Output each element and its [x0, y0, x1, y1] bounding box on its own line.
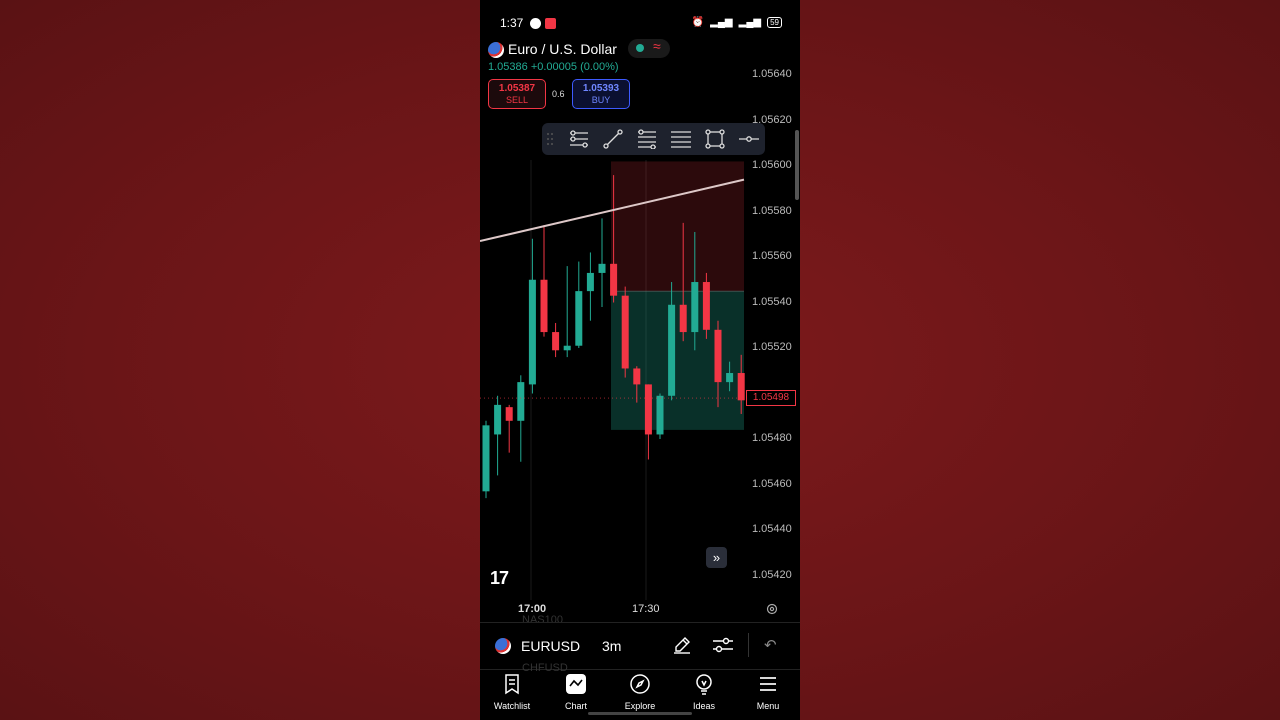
price-tick-label: 1.05640 [752, 68, 792, 80]
eur-usd-flag-icon [495, 638, 511, 654]
price-tick-label: 1.05440 [752, 523, 792, 535]
price-tick-label: 1.05420 [752, 568, 792, 581]
candle-body [494, 404, 502, 435]
indicators-icon[interactable] [712, 635, 734, 655]
nav-label: Explore [624, 701, 656, 711]
drawing-toolbar [542, 123, 765, 155]
menu-icon [760, 677, 776, 691]
candle-body [633, 368, 641, 385]
candle-body [644, 384, 652, 435]
phone-screen: 1:37 ⏰ ▂▄▆ ▂▄▆ 59 Euro / U.S. Dollar ≈ 1… [480, 0, 800, 720]
compass-icon [630, 674, 650, 694]
rectangle-tool-icon[interactable] [705, 129, 725, 149]
candle-body [656, 395, 664, 435]
current-price-label: 1.05498 [746, 390, 796, 406]
candle-body [598, 263, 606, 273]
candle-body [714, 329, 722, 383]
chart-icon [566, 674, 586, 694]
candle-body [575, 291, 583, 346]
trend-line-tool-icon[interactable] [603, 129, 623, 149]
horizontal-ray-tool-icon[interactable] [739, 129, 759, 149]
interval-button[interactable]: 3m [602, 638, 621, 654]
candle-body [702, 282, 710, 330]
tradingview-logo: 17 [490, 568, 509, 588]
symbol-search-button[interactable]: EURUSD [521, 638, 580, 654]
toolbar-divider [748, 633, 749, 657]
watchlist-icon [505, 674, 519, 695]
price-tick-label: 1.05460 [752, 477, 792, 490]
chart-settings-icon[interactable] [766, 603, 778, 615]
fib-retracement-tool-icon[interactable] [637, 129, 657, 149]
nav-menu[interactable]: Menu [736, 669, 800, 720]
price-tick-label: 1.05540 [752, 295, 792, 308]
drag-handle-icon[interactable] [546, 132, 554, 146]
candle-body [679, 304, 687, 333]
candle-body [540, 279, 548, 333]
long-position-tool-icon[interactable] [569, 129, 589, 149]
candle-body [505, 407, 513, 421]
candle-body [610, 263, 618, 296]
home-indicator [588, 712, 692, 715]
candle-body [563, 345, 571, 351]
price-tick-label: 1.05560 [752, 250, 792, 262]
price-tick-label: 1.05480 [752, 432, 792, 444]
candle-body [517, 382, 525, 421]
nav-watchlist[interactable]: Watchlist [480, 669, 544, 720]
nav-label: Watchlist [493, 701, 531, 711]
candle-body [621, 295, 629, 369]
scroll-to-realtime-button[interactable]: » [706, 547, 727, 568]
candle-body [691, 282, 699, 333]
nav-label: Ideas [692, 701, 716, 711]
parallel-lines-tool-icon[interactable] [671, 129, 691, 149]
lightbulb-icon [696, 674, 712, 695]
candle-body [737, 373, 745, 401]
stop-loss-zone [611, 161, 744, 292]
candle-body [586, 272, 594, 292]
time-tick-label: 17:30 [632, 603, 660, 615]
take-profit-zone [611, 291, 744, 430]
pencil-icon[interactable] [672, 635, 692, 655]
nav-label: Chart [564, 701, 587, 711]
scrollbar-thumb[interactable] [795, 130, 799, 200]
candle-body [668, 304, 676, 396]
candle-body [552, 332, 560, 351]
undo-icon[interactable]: ↶ [764, 636, 777, 654]
candle-body [482, 425, 490, 492]
price-tick-label: 1.05520 [752, 341, 792, 353]
price-tick-label: 1.05580 [752, 204, 792, 217]
price-tick-label: 1.05600 [752, 159, 792, 171]
candle-body [726, 373, 734, 383]
candle-body [528, 279, 536, 385]
nav-label: Menu [756, 701, 780, 711]
